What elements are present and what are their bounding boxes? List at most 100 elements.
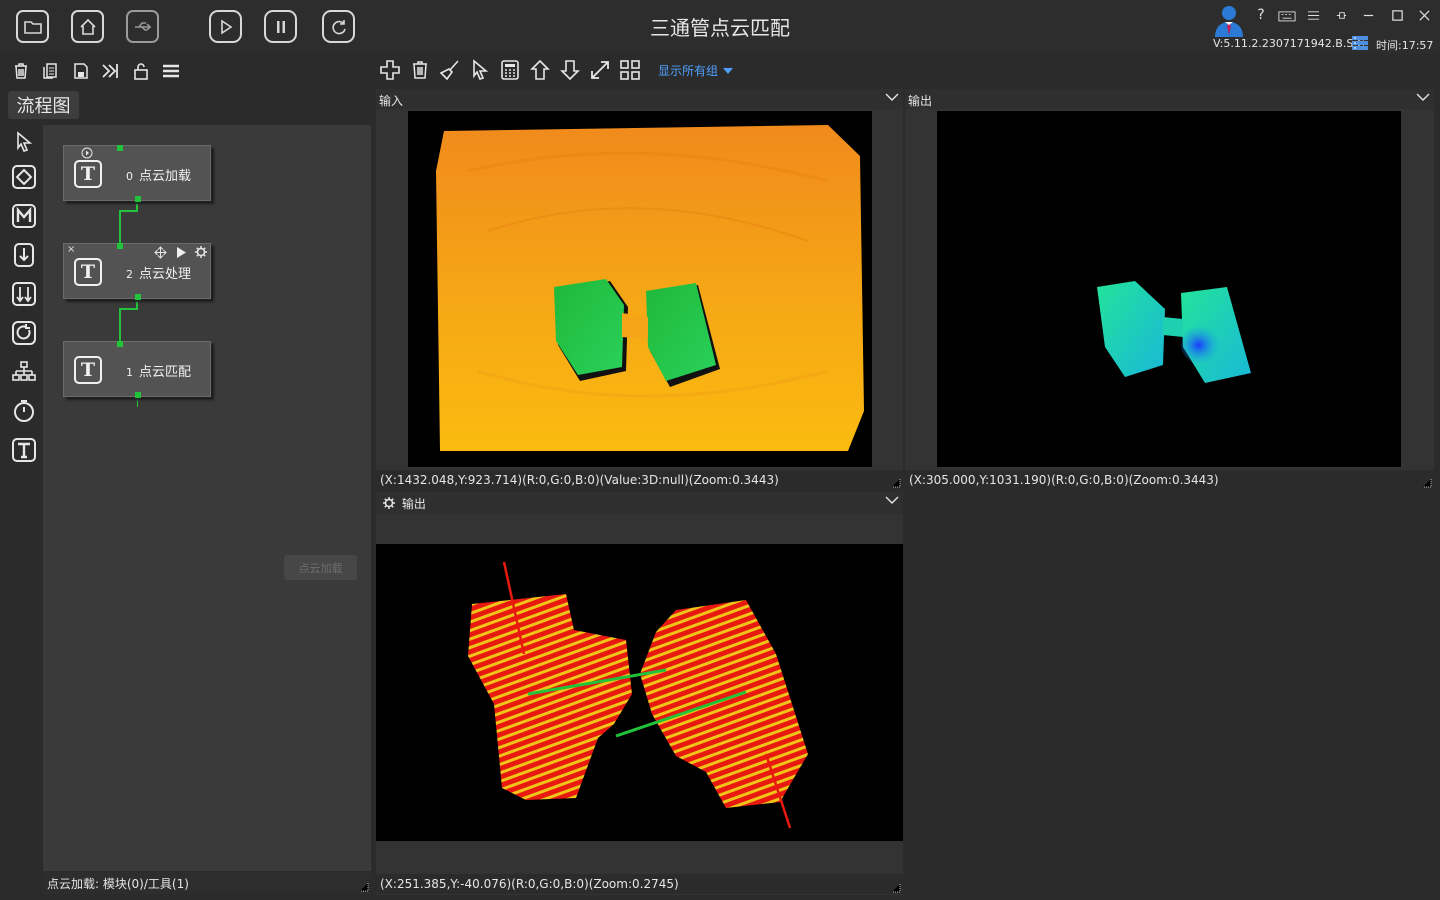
keyboard-button[interactable] [1276, 5, 1298, 25]
list-button[interactable] [160, 60, 182, 82]
settings-gear-icon[interactable] [382, 496, 396, 510]
chevron-down-icon[interactable] [1416, 91, 1430, 103]
run-node-icon[interactable] [175, 246, 187, 259]
minimize-button[interactable] [1358, 5, 1378, 25]
text-tool-icon [12, 438, 36, 462]
server-icon [1352, 36, 1368, 50]
timer-tool[interactable] [10, 397, 38, 425]
trash-button[interactable] [408, 58, 432, 82]
expand-button[interactable] [588, 58, 612, 82]
clear-button[interactable] [438, 58, 462, 82]
flow-canvas[interactable]: T 0 点云加载 × T 2 点云处理 T 1 点云匹配 点云加载 [43, 125, 371, 871]
wire [119, 210, 138, 212]
maximize-button[interactable] [1387, 5, 1407, 25]
tab-flowchart[interactable]: 流程图 [8, 91, 79, 119]
input-port[interactable] [117, 341, 123, 347]
run-once-button[interactable] [209, 10, 242, 43]
run-loop-button[interactable] [322, 10, 355, 43]
node-label: 点云匹配 [139, 365, 192, 380]
input-image-canvas[interactable] [408, 111, 872, 467]
group-select-value: 显示所有组 [658, 64, 719, 78]
pointcloud-segmented-image [1097, 281, 1251, 383]
node-close-icon[interactable]: × [67, 244, 75, 255]
save-button[interactable] [70, 60, 92, 82]
condition-tool[interactable] [10, 163, 38, 191]
resize-grip-icon[interactable] [1422, 478, 1432, 488]
unlock-button[interactable] [130, 60, 152, 82]
output-view-status: (X:305.000,Y:1031.190)(R:0,G:0,B:0)(Zoom… [905, 470, 1434, 490]
open-folder-icon [23, 20, 42, 34]
move-up-button[interactable] [528, 58, 552, 82]
loop-tool[interactable] [10, 319, 38, 347]
group-select-dropdown[interactable]: 显示所有组 [658, 62, 734, 79]
calculator-button[interactable] [498, 58, 522, 82]
wire [119, 308, 138, 310]
pointcloud-depth-image [436, 125, 864, 451]
settings-gear-icon[interactable] [194, 245, 208, 259]
pin-button[interactable] [1331, 5, 1351, 25]
flow-node-process[interactable]: × T 2 点云处理 [63, 243, 211, 300]
empty-view-pane [906, 491, 1434, 895]
pause-button[interactable] [264, 10, 297, 43]
output-port[interactable] [135, 392, 141, 398]
tree-icon [12, 361, 36, 381]
user-avatar-icon[interactable] [1212, 3, 1246, 37]
chevron-down-icon[interactable] [885, 494, 899, 506]
add-button[interactable] [378, 58, 402, 82]
output-3d-view-header: 输出 [376, 492, 903, 514]
select-button[interactable] [468, 58, 492, 82]
close-button[interactable] [1414, 5, 1434, 25]
module-tool[interactable] [10, 202, 38, 230]
list-icon [163, 64, 179, 78]
layout-button[interactable] [618, 58, 642, 82]
flow-status-bar: 点云加载: 模块(0)/工具(1) [43, 872, 371, 894]
copy-button[interactable] [40, 60, 62, 82]
m-module-icon [12, 204, 36, 228]
input-view: 输入 (X:1432.048,Y:923.714)(R:0,G:0,B:0)(V… [376, 89, 903, 490]
sequence-tool[interactable] [10, 241, 38, 269]
node-number: 0 [126, 170, 133, 183]
resize-grip-icon[interactable] [891, 883, 901, 893]
resize-grip-icon[interactable] [359, 882, 369, 892]
flow-node-load[interactable]: T 0 点云加载 [63, 145, 211, 202]
wire [119, 308, 121, 342]
branch-tool[interactable] [10, 358, 38, 386]
output-3d-canvas[interactable] [376, 544, 903, 841]
import-button[interactable] [100, 60, 122, 82]
play-icon [220, 19, 232, 34]
parallel-tool[interactable] [10, 280, 38, 308]
input-port[interactable] [117, 243, 123, 249]
usb-button[interactable] [126, 10, 159, 43]
text-tool[interactable] [10, 436, 38, 464]
drag-ghost-label: 点云加载 [284, 555, 357, 580]
help-icon: ? [1257, 7, 1265, 23]
diamond-icon [12, 165, 36, 189]
loop-icon [12, 321, 36, 345]
output-image-canvas[interactable] [937, 111, 1401, 467]
node-label: 点云加载 [139, 169, 192, 184]
output-3d-view-status: (X:251.385,Y:-40.076)(R:0,G:0,B:0)(Zoom:… [376, 874, 903, 894]
output-port[interactable] [135, 294, 141, 300]
delete-button[interactable] [10, 60, 32, 82]
flow-node-match[interactable]: T 1 点云匹配 [63, 341, 211, 398]
view-status-text: (X:251.385,Y:-40.076)(R:0,G:0,B:0)(Zoom:… [380, 877, 679, 891]
help-button[interactable]: ? [1251, 5, 1271, 25]
chevron-down-icon[interactable] [885, 91, 899, 103]
home-button[interactable] [71, 10, 104, 43]
expand-icon [591, 61, 609, 79]
open-folder-button[interactable] [16, 10, 49, 43]
node-label: 点云处理 [139, 267, 192, 282]
menu-button[interactable] [1303, 5, 1323, 25]
home-icon [79, 18, 96, 35]
pointer-tool[interactable] [10, 128, 38, 156]
input-port[interactable] [117, 145, 123, 151]
move-down-button[interactable] [558, 58, 582, 82]
delete-icon [15, 63, 27, 79]
refresh-icon [331, 19, 346, 34]
move-icon[interactable] [154, 246, 167, 259]
output-view: 输出 (X:305.000,Y:1031.190)(R:0,G:0,B:0)(Z… [905, 89, 1434, 490]
parallel-icon [12, 282, 36, 306]
resize-grip-icon[interactable] [891, 478, 901, 488]
title-bar: 三通管点云匹配 ? V:5.11.2.2307171942.B.S.C 时间:1… [0, 0, 1440, 54]
output-port[interactable] [135, 196, 141, 202]
